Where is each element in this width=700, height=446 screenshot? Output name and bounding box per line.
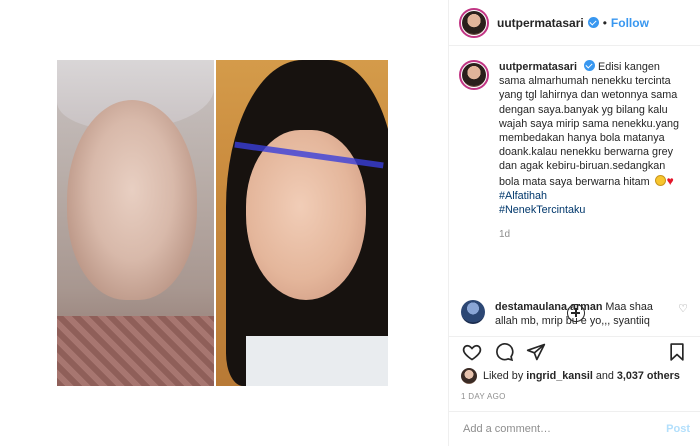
caption-avatar[interactable]: [459, 60, 489, 90]
caption-line: membedakan hanya bola matanya: [499, 132, 665, 145]
liker-avatar[interactable]: [461, 368, 477, 384]
comment-item: destamaulana.arman Maa shaa allah mb, mr…: [449, 286, 700, 328]
comment-avatar[interactable]: [461, 300, 485, 324]
likes-summary: Liked by ingrid_kansil and 3,037 others: [461, 368, 680, 384]
liker-username[interactable]: ingrid_kansil: [526, 370, 593, 382]
caption-line: saya mirip sama nenekku.yang: [530, 117, 680, 130]
separator-dot: •: [602, 15, 607, 30]
liked-by-prefix: Liked by: [483, 370, 524, 382]
post-media: [0, 0, 449, 446]
post-header: uutpermatasari • Follow: [449, 0, 700, 46]
hashtag-link[interactable]: #Alfatihah: [499, 189, 684, 203]
caption-line: dan agak kebiru-biruan.sedangkan: [499, 160, 666, 173]
heart-icon[interactable]: [461, 341, 483, 363]
post-timestamp[interactable]: 1 DAY AGO: [461, 392, 506, 401]
verified-badge-icon: [584, 60, 596, 71]
caption-line: bola mata saya berwarna hitam: [499, 175, 650, 188]
caption-age: 1d: [499, 229, 511, 241]
post-panel: uutpermatasari • Follow uutpermatasari E…: [449, 0, 700, 446]
red-heart-emoji-icon: ♥: [666, 173, 674, 188]
caption-line: doank.kalau nenekku berwarna grey: [499, 146, 674, 159]
post-comment-button[interactable]: Post: [666, 423, 690, 435]
likes-count[interactable]: 3,037 others: [617, 370, 680, 382]
bookmark-icon[interactable]: [666, 341, 688, 363]
comment-icon[interactable]: [493, 341, 515, 363]
comment-input[interactable]: [463, 423, 667, 435]
verified-badge-icon: [587, 17, 599, 28]
add-comment-bar: Post: [449, 411, 700, 446]
caption-username[interactable]: uutpermatasari: [499, 61, 577, 73]
avatar[interactable]: [459, 7, 489, 38]
action-bar: [449, 336, 700, 366]
share-icon[interactable]: [525, 341, 547, 363]
comment-text: allah mb, mrip bu e yo,,, syantiiq: [495, 315, 650, 327]
follow-button[interactable]: Follow: [611, 16, 649, 30]
caption: uutpermatasari Edisi kangen sama almarhu…: [459, 60, 688, 217]
liked-by-and: and: [595, 370, 614, 382]
smile-emoji-icon: [654, 174, 666, 186]
comment-like-heart-icon[interactable]: ♡: [678, 302, 688, 328]
grandmother-photo: [57, 60, 214, 386]
hashtag-link[interactable]: #NenekTercintaku: [499, 203, 684, 217]
selfie-photo: [216, 60, 388, 386]
post-photo[interactable]: [57, 60, 388, 386]
header-username[interactable]: uutpermatasari: [497, 16, 584, 30]
comment-username[interactable]: destamaulana.arman: [495, 301, 602, 313]
comment-text: Maa shaa: [605, 301, 653, 313]
